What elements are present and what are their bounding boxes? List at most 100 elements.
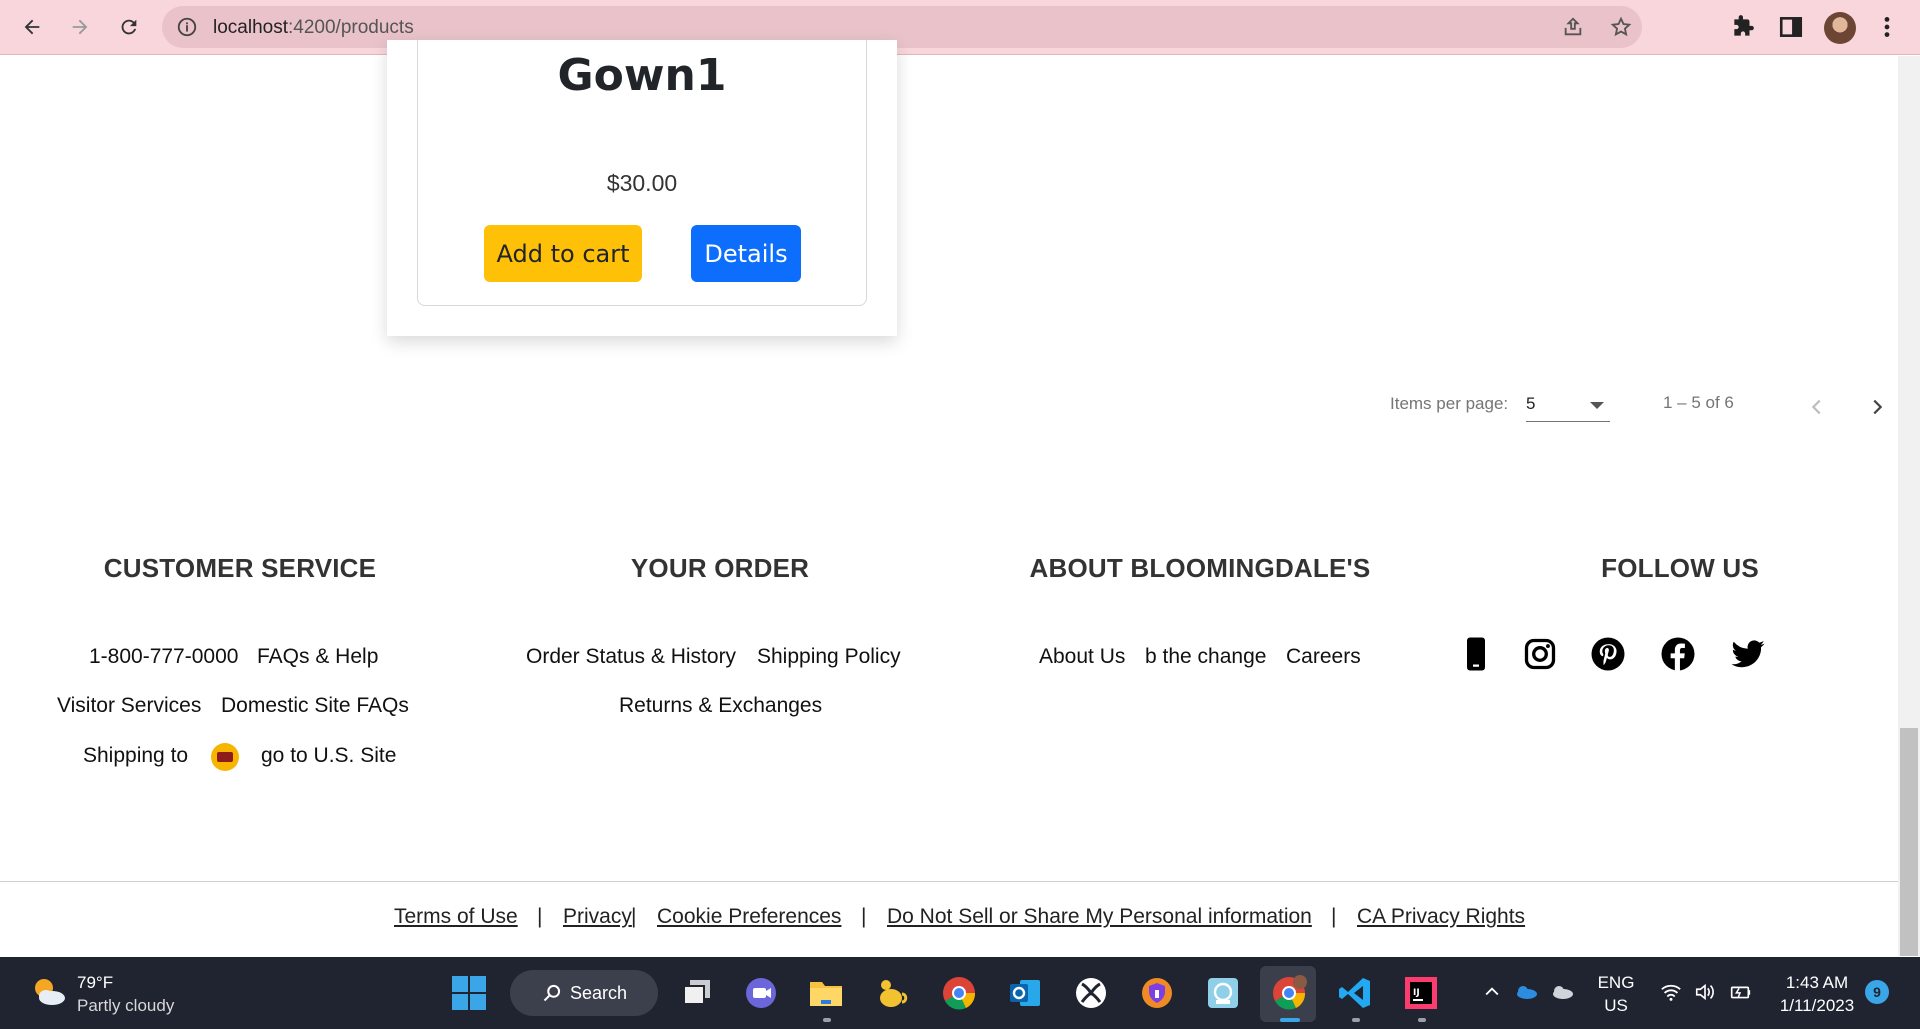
battery-icon[interactable] — [1728, 982, 1752, 1002]
weather-description[interactable]: Partly cloudy — [77, 996, 174, 1016]
pagination-range: 1 – 5 of 6 — [1663, 393, 1734, 412]
share-icon[interactable] — [1562, 16, 1584, 38]
details-button[interactable]: Details — [691, 225, 801, 282]
order-status-link[interactable]: Order Status & History — [526, 645, 736, 669]
customer-service-column: CUSTOMER SERVICE — [0, 553, 480, 584]
forward-arrow-icon — [72, 19, 88, 35]
extensions-icon[interactable] — [1730, 14, 1756, 40]
add-to-cart-button[interactable]: Add to cart — [484, 225, 642, 282]
footer-divider — [0, 881, 1898, 882]
cloud-icon[interactable] — [1550, 982, 1574, 1002]
reload-icon — [121, 19, 137, 35]
do-not-sell-link[interactable]: Do Not Sell or Share My Personal informa… — [887, 905, 1312, 929]
ca-privacy-link[interactable]: CA Privacy Rights — [1357, 905, 1525, 929]
search-icon — [543, 984, 561, 1002]
careers-link[interactable]: Careers — [1286, 645, 1361, 669]
clock-time[interactable]: 1:43 AM — [1772, 973, 1862, 993]
back-arrow-icon — [24, 19, 40, 35]
task-view-icon[interactable] — [678, 974, 716, 1012]
terms-of-use-link[interactable]: Terms of Use — [394, 905, 518, 929]
screen-app-icon[interactable] — [1204, 974, 1242, 1012]
legal-separator: | — [631, 905, 637, 928]
file-explorer-indicator — [823, 1018, 831, 1022]
clock-date[interactable]: 1/11/2023 — [1772, 996, 1862, 1016]
legal-separator: | — [1331, 905, 1337, 928]
product-title: Gown1 — [557, 50, 727, 101]
outlook-icon[interactable] — [1006, 974, 1044, 1012]
svg-text:IJ: IJ — [1413, 988, 1420, 998]
product-card: Gown1 $30.00 Add to cart Details — [417, 40, 867, 306]
bookmark-star-icon[interactable] — [1610, 16, 1632, 38]
about-us-link[interactable]: About Us — [1039, 645, 1125, 669]
language-region[interactable]: US — [1592, 996, 1640, 1016]
side-panel-icon[interactable] — [1778, 14, 1804, 40]
items-per-page-select[interactable]: 5 — [1526, 389, 1610, 422]
scrollbar-thumb[interactable] — [1900, 728, 1918, 956]
domestic-faqs-link[interactable]: Domestic Site FAQs — [221, 694, 409, 718]
intellij-indicator — [1418, 1018, 1426, 1022]
chevron-left-icon — [1811, 399, 1821, 415]
browser-toolbar: localhost:4200/products — [0, 0, 1920, 55]
items-per-page-value: 5 — [1526, 394, 1536, 413]
follow-us-heading: FOLLOW US — [1601, 553, 1759, 583]
b-the-change-link[interactable]: b the change — [1145, 645, 1266, 669]
onedrive-icon[interactable] — [1514, 982, 1538, 1002]
language-code[interactable]: ENG — [1592, 973, 1640, 993]
go-to-us-site-link[interactable]: go to U.S. Site — [261, 744, 396, 768]
volume-icon[interactable] — [1694, 982, 1716, 1002]
address-bar[interactable]: localhost:4200/products — [162, 6, 1642, 48]
returns-link[interactable]: Returns & Exchanges — [619, 694, 822, 718]
dropdown-caret-icon — [1590, 402, 1604, 409]
teams-chat-icon[interactable] — [742, 974, 780, 1012]
cookie-preferences-link[interactable]: Cookie Preferences — [657, 905, 841, 929]
more-menu-icon[interactable] — [1874, 14, 1900, 40]
tea-app-icon[interactable] — [874, 974, 912, 1012]
legal-separator: | — [537, 905, 543, 928]
intellij-icon[interactable]: IJ — [1402, 974, 1440, 1012]
vscode-indicator — [1352, 1018, 1360, 1022]
phone-icon[interactable] — [1458, 636, 1494, 672]
customer-service-heading: CUSTOMER SERVICE — [103, 553, 377, 583]
chrome-active-indicator — [1280, 1018, 1300, 1022]
facebook-icon[interactable] — [1660, 636, 1696, 672]
search-label: Search — [570, 983, 628, 1003]
about-column: ABOUT BLOOMINGDALE'S — [960, 553, 1440, 584]
chrome-profile-icon[interactable] — [1270, 974, 1308, 1012]
site-info-icon[interactable] — [176, 16, 198, 38]
vscode-icon[interactable] — [1336, 974, 1374, 1012]
forward-button[interactable] — [65, 12, 95, 42]
your-order-column: YOUR ORDER — [480, 553, 960, 584]
faqs-help-link[interactable]: FAQs & Help — [257, 645, 378, 669]
notification-badge[interactable]: 9 — [1865, 980, 1889, 1004]
country-flag-icon[interactable] — [211, 743, 239, 771]
twitter-icon[interactable] — [1730, 636, 1766, 672]
your-order-heading: YOUR ORDER — [630, 553, 810, 583]
file-explorer-icon[interactable] — [807, 974, 845, 1012]
shipping-policy-link[interactable]: Shipping Policy — [757, 645, 901, 669]
back-button[interactable] — [17, 12, 47, 42]
instagram-icon[interactable] — [1522, 636, 1558, 672]
next-page-button[interactable] — [1860, 390, 1894, 424]
profile-avatar[interactable] — [1824, 12, 1856, 44]
privacy-link[interactable]: Privacy — [563, 905, 632, 929]
windows-start-icon[interactable] — [450, 974, 488, 1012]
url-text: localhost:4200/products — [213, 17, 414, 39]
tray-chevron-up-icon[interactable] — [1482, 982, 1502, 1002]
visitor-services-link[interactable]: Visitor Services — [57, 694, 201, 718]
about-heading: ABOUT BLOOMINGDALE'S — [1029, 553, 1371, 583]
shipping-to-label: Shipping to — [83, 744, 189, 767]
chrome-icon[interactable] — [940, 974, 978, 1012]
url-host: localhost — [213, 17, 288, 38]
product-price: $30.00 — [606, 170, 678, 196]
vpn-shield-icon[interactable] — [1138, 974, 1176, 1012]
previous-page-button[interactable] — [1800, 390, 1834, 424]
reload-button[interactable] — [114, 12, 144, 42]
pinterest-icon[interactable] — [1590, 636, 1626, 672]
items-per-page-label: Items per page: — [1390, 394, 1509, 413]
xbox-icon[interactable] — [1072, 974, 1110, 1012]
weather-temperature[interactable]: 79°F — [77, 973, 113, 993]
wifi-icon[interactable] — [1660, 982, 1682, 1002]
phone-link[interactable]: 1-800-777-0000 — [89, 645, 238, 669]
taskbar-search[interactable]: Search — [510, 970, 658, 1016]
partly-cloudy-icon[interactable] — [28, 972, 68, 1012]
